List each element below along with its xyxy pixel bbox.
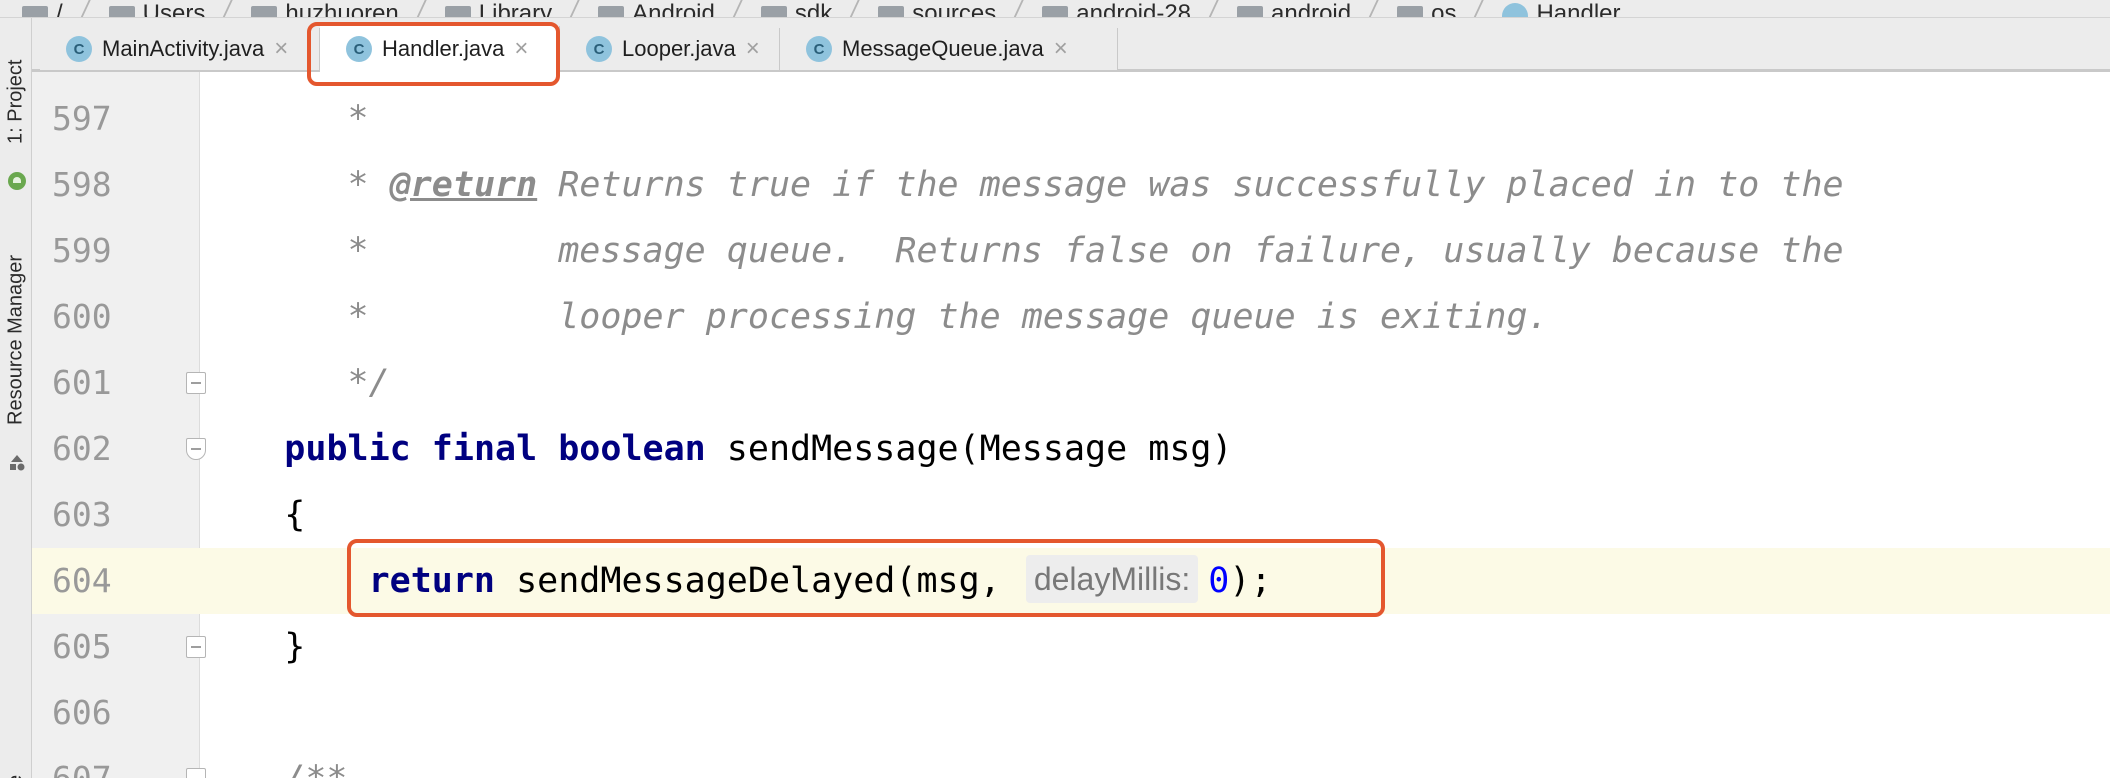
tab-mainactivity-java[interactable]: C MainActivity.java × (40, 28, 320, 70)
tab-label: MessageQueue.java (842, 36, 1044, 61)
folder-icon (251, 6, 278, 17)
code-text: /** (200, 746, 347, 778)
line-number: 598 (52, 165, 112, 204)
bottom-tool-button[interactable]: e (2, 760, 30, 778)
tab-label: MainActivity.java (102, 36, 265, 61)
code-line[interactable]: 600 * looper processing the message queu… (32, 284, 2110, 350)
close-icon[interactable]: × (274, 37, 288, 61)
fold-marker[interactable] (186, 636, 206, 658)
close-icon[interactable]: × (1054, 37, 1068, 61)
class-icon: C (346, 36, 372, 62)
editor-tab-bar: C MainActivity.java × C Handler.java × C… (32, 18, 2110, 72)
parameter-hint: delayMillis: (1025, 555, 1199, 603)
code-text: */ (200, 363, 390, 403)
breadcrumb-item[interactable]: Android (576, 0, 744, 17)
close-icon[interactable]: × (746, 37, 760, 61)
code-text: public final boolean sendMessage(Message… (200, 416, 1233, 482)
breadcrumb-item[interactable]: Handler (1480, 0, 1621, 17)
breadcrumb-item[interactable]: huzhuoren (229, 0, 427, 17)
comment-text: Returns true if the message was successf… (537, 165, 1844, 205)
line-number: 599 (52, 231, 112, 270)
code-line[interactable]: 597 * (32, 86, 2110, 152)
close-icon[interactable]: × (514, 37, 528, 61)
tab-label: Looper.java (622, 36, 736, 61)
code-line[interactable]: 605 } (32, 614, 2110, 680)
line-number: 602 (52, 429, 112, 468)
code-text: * @return Returns true if the message wa… (200, 152, 1844, 218)
class-icon: C (806, 36, 832, 62)
package-folder-icon (1397, 6, 1424, 17)
breadcrumb-item[interactable]: android-28 (1020, 0, 1220, 17)
code-text: { (200, 495, 306, 535)
line-number: 603 (52, 495, 112, 534)
line-number: 600 (52, 297, 112, 336)
android-icon (8, 172, 26, 190)
package-folder-icon (1042, 6, 1069, 17)
tab-handler-java[interactable]: C Handler.java × (320, 26, 560, 72)
breadcrumb-item[interactable]: Library (423, 0, 581, 17)
folder-icon (22, 6, 48, 17)
class-icon (1502, 3, 1529, 17)
package-folder-icon (1237, 6, 1264, 17)
code-line[interactable]: 606 (32, 680, 2110, 746)
javadoc-tag[interactable]: @return (390, 165, 538, 205)
code-line[interactable]: 599 * message queue. Returns false on fa… (32, 218, 2110, 284)
line-number: 607 (32, 746, 200, 778)
code-editor[interactable]: 597 * 598 * @return Returns true if the … (32, 72, 2110, 778)
comment-prefix: * (200, 165, 390, 205)
fold-marker[interactable] (186, 438, 206, 460)
breadcrumb-item[interactable]: sources (856, 0, 1025, 17)
keyword: public final boolean (284, 429, 706, 469)
breadcrumb-item[interactable]: / (0, 0, 91, 17)
tab-messagequeue-java[interactable]: C MessageQueue.java × (780, 28, 1118, 70)
tool-window-strip: 1: Project Resource Manager e (0, 18, 32, 778)
code-text: return sendMessageDelayed(msg, delayMill… (200, 548, 1272, 614)
folder-icon (878, 6, 905, 17)
code-line[interactable]: 607 /** (32, 746, 2110, 778)
class-icon: C (586, 36, 612, 62)
line-number: 604 (32, 548, 200, 614)
breadcrumb-item[interactable]: android (1215, 0, 1380, 17)
breadcrumb-item[interactable]: Users (87, 0, 234, 17)
folder-icon (598, 6, 625, 17)
code-tail: ); (1229, 561, 1272, 601)
code-rest: sendMessage(Message msg) (705, 429, 1233, 469)
folder-icon (108, 6, 135, 17)
code-text: * (200, 99, 369, 139)
code-line[interactable]: 602 public final boolean sendMessage(Mes… (32, 416, 2110, 482)
tab-looper-java[interactable]: C Looper.java × (560, 28, 780, 70)
number-literal: 0 (1208, 561, 1230, 601)
line-number: 601 (52, 363, 112, 402)
folder-icon (444, 6, 471, 17)
code-text: } (200, 627, 306, 667)
keyword: return (368, 561, 496, 601)
breadcrumb-item[interactable]: os (1375, 0, 1485, 17)
fold-marker[interactable] (186, 768, 206, 778)
class-icon: C (66, 36, 92, 62)
code-text: * looper processing the message queue is… (200, 297, 1549, 337)
code-line[interactable]: 601 */ (32, 350, 2110, 416)
breadcrumb-item[interactable]: sdk (739, 0, 861, 17)
resource-manager-icon (8, 454, 26, 472)
line-number: 597 (52, 99, 112, 138)
resource-manager-tool-button[interactable]: Resource Manager (2, 230, 30, 450)
tab-label: Handler.java (382, 36, 505, 61)
code-text: * message queue. Returns false on failur… (200, 231, 1844, 271)
breadcrumb: / Users huzhuoren Library Android sdk so… (0, 0, 2110, 18)
code-rest: sendMessageDelayed(msg, (495, 561, 1022, 601)
code-line[interactable]: 598 * @return Returns true if the messag… (32, 152, 2110, 218)
folder-icon (760, 6, 787, 17)
current-code-line[interactable]: 604 return sendMessageDelayed(msg, delay… (32, 548, 2110, 614)
line-number: 606 (52, 693, 112, 732)
code-line[interactable]: 603 { (32, 482, 2110, 548)
line-number: 605 (52, 627, 112, 666)
project-tool-button[interactable]: 1: Project (2, 42, 30, 162)
fold-marker[interactable] (186, 372, 206, 394)
